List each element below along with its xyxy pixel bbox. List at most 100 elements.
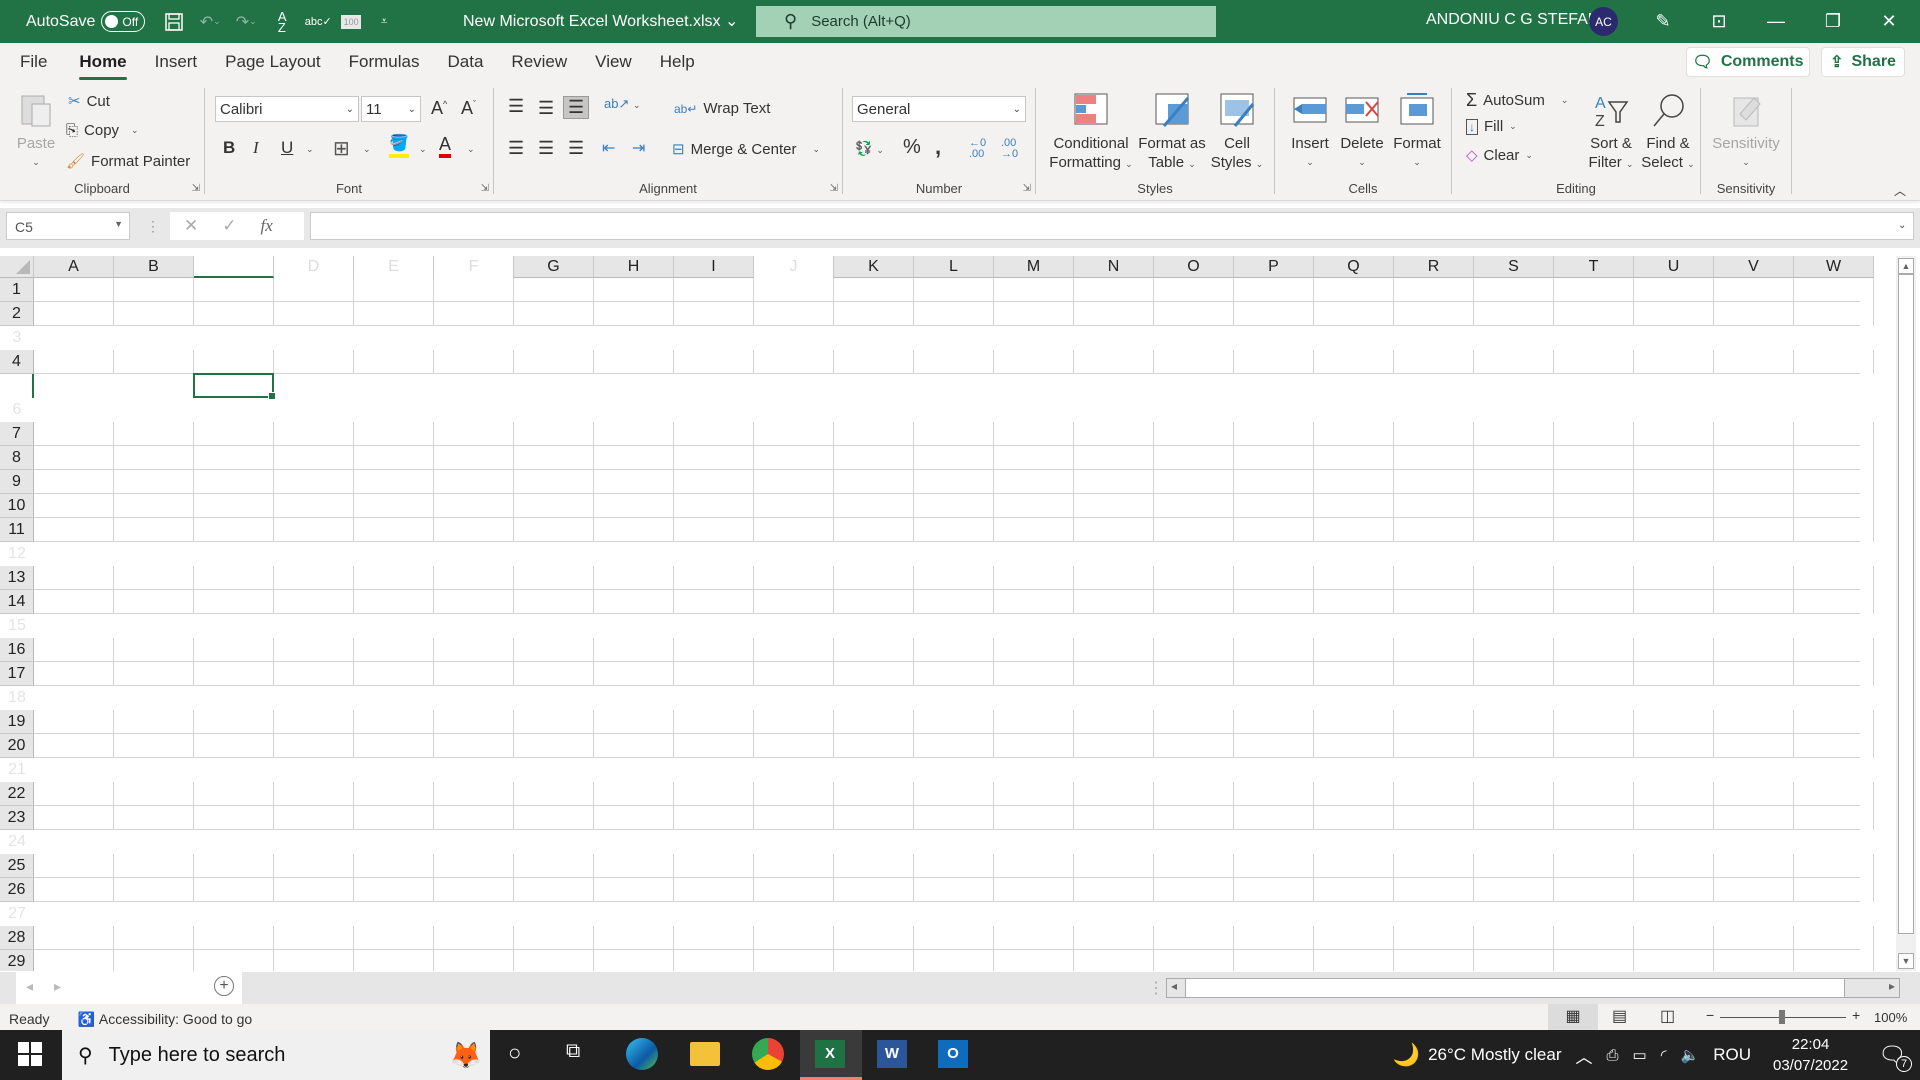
row-header-15[interactable]: 15	[0, 614, 34, 638]
tab-file[interactable]: File	[20, 46, 47, 78]
row-header-8[interactable]: 8	[0, 446, 34, 470]
row-header-6[interactable]: 6	[0, 398, 34, 422]
cortana-icon[interactable]: ○	[508, 1040, 521, 1066]
avatar[interactable]: AC	[1589, 7, 1618, 36]
chrome-icon[interactable]	[752, 1038, 784, 1070]
page-layout-view-icon[interactable]: ▤	[1612, 1006, 1627, 1026]
collapse-ribbon-icon[interactable]: ︿	[1894, 182, 1906, 199]
column-header-h[interactable]: H	[594, 256, 674, 278]
format-cells-button[interactable]: Format ⌄	[1389, 90, 1445, 172]
row-header-1[interactable]: 1	[0, 278, 34, 302]
horizontal-scroll-thumb[interactable]	[1185, 979, 1845, 997]
align-center-icon[interactable]: ☰	[538, 138, 554, 159]
tab-split-handle[interactable]: ⋮	[1148, 978, 1164, 998]
row-header-16[interactable]: 16	[0, 638, 34, 662]
number-launcher-icon[interactable]: ⇲	[1023, 183, 1031, 194]
column-header-l[interactable]: L	[914, 256, 994, 278]
scroll-up-icon[interactable]: ▲	[1898, 258, 1914, 274]
align-top-icon[interactable]: ☰	[508, 96, 524, 117]
row-header-9[interactable]: 9	[0, 470, 34, 494]
decrease-indent-icon[interactable]: ⇤	[602, 138, 615, 158]
volume-icon[interactable]: 🔈	[1681, 1046, 1700, 1064]
tab-insert[interactable]: Insert	[155, 46, 198, 78]
align-right-icon[interactable]: ☰	[568, 138, 584, 159]
scroll-left-icon[interactable]: ◂	[1171, 979, 1177, 993]
increase-font-icon[interactable]: A^	[431, 98, 447, 119]
increase-indent-icon[interactable]: ⇥	[632, 138, 645, 158]
tab-view[interactable]: View	[595, 46, 632, 78]
row-header-7[interactable]: 7	[0, 422, 34, 446]
show-hidden-icons[interactable]: ︿	[1576, 1043, 1593, 1068]
font-color-dropdown-icon[interactable]: ⌄	[467, 144, 475, 155]
expand-formula-bar-icon[interactable]: ⌄	[1898, 220, 1906, 231]
cell-styles-button[interactable]: Cell Styles ⌄	[1206, 90, 1268, 174]
select-all-button[interactable]	[0, 256, 34, 278]
column-header-i[interactable]: I	[674, 256, 754, 278]
zoom-out-icon[interactable]: −	[1706, 1007, 1714, 1023]
row-header-27[interactable]: 27	[0, 902, 34, 926]
fill-button[interactable]: ↓ Fill ⌄	[1466, 118, 1517, 135]
underline-button[interactable]: U	[281, 138, 293, 158]
row-header-10[interactable]: 10	[0, 494, 34, 518]
format-as-table-button[interactable]: Format as Table ⌄	[1136, 90, 1208, 174]
undo-icon[interactable]: ↶ ⌄	[197, 9, 223, 35]
new-sheet-icon[interactable]: +	[214, 976, 234, 996]
borders-dropdown-icon[interactable]: ⌄	[363, 144, 371, 155]
autosum-button[interactable]: Σ AutoSum ⌄	[1466, 90, 1568, 111]
ribbon-display-icon[interactable]: ⊡	[1696, 0, 1742, 43]
column-header-f[interactable]: F	[434, 256, 514, 278]
decrease-decimal-icon[interactable]: .00 →0	[1001, 138, 1018, 160]
row-header-12[interactable]: 12	[0, 542, 34, 566]
accounting-format-icon[interactable]: 💱 ⌄	[855, 140, 884, 157]
zoom-level[interactable]: 100%	[1874, 1010, 1907, 1025]
sort-ascending-icon[interactable]: AZ	[269, 9, 295, 35]
merge-center-button[interactable]: ⊟ Merge & Center ⌄	[672, 140, 820, 159]
confirm-entry-icon[interactable]: ✓	[222, 216, 236, 236]
column-header-o[interactable]: O	[1154, 256, 1234, 278]
restore-button[interactable]: ❐	[1810, 0, 1856, 43]
user-name[interactable]: ANDONIU C G STEFAN	[1426, 11, 1599, 29]
column-header-p[interactable]: P	[1234, 256, 1314, 278]
column-header-v[interactable]: V	[1714, 256, 1794, 278]
column-header-g[interactable]: G	[514, 256, 594, 278]
share-button[interactable]: ⇪ Share	[1821, 47, 1905, 77]
bold-button[interactable]: B	[223, 138, 235, 158]
decrease-font-icon[interactable]: Aˇ	[461, 98, 476, 119]
clipboard-launcher-icon[interactable]: ⇲	[192, 183, 200, 194]
comments-button[interactable]: 🗨 Comments	[1686, 47, 1810, 77]
column-header-n[interactable]: N	[1074, 256, 1154, 278]
outlook-icon[interactable]: O	[938, 1040, 968, 1068]
wifi-icon[interactable]: ◜	[1661, 1046, 1667, 1064]
row-header-25[interactable]: 25	[0, 854, 34, 878]
copy-button[interactable]: ⎘ Copy ⌄	[66, 122, 139, 139]
row-header-28[interactable]: 28	[0, 926, 34, 950]
zoom-in-icon[interactable]: +	[1852, 1007, 1860, 1023]
row-header-14[interactable]: 14	[0, 590, 34, 614]
tab-help[interactable]: Help	[660, 46, 695, 78]
search-box[interactable]: ⚲ Search (Alt+Q)	[756, 6, 1216, 37]
row-header-18[interactable]: 18	[0, 686, 34, 710]
zoom-slider-thumb[interactable]	[1779, 1010, 1785, 1024]
name-box[interactable]: C5 ▼	[6, 212, 130, 240]
font-size-select[interactable]: 11 ⌄	[361, 96, 421, 122]
column-header-k[interactable]: K	[834, 256, 914, 278]
column-header-e[interactable]: E	[354, 256, 434, 278]
document-title[interactable]: New Microsoft Excel Worksheet.xlsx ⌄	[463, 11, 738, 31]
delete-cells-button[interactable]: Delete ⌄	[1337, 90, 1387, 172]
row-header-13[interactable]: 13	[0, 566, 34, 590]
row-header-17[interactable]: 17	[0, 662, 34, 686]
find-select-button[interactable]: Find & Select ⌄	[1640, 90, 1696, 174]
column-header-m[interactable]: M	[994, 256, 1074, 278]
clock[interactable]: 22:04 03/07/2022	[1773, 1034, 1848, 1076]
windows-start-icon[interactable]	[18, 1042, 42, 1071]
insert-cells-button[interactable]: Insert ⌄	[1285, 90, 1335, 172]
column-header-r[interactable]: R	[1394, 256, 1474, 278]
paste-button[interactable]: Paste ⌄	[14, 90, 58, 172]
save-icon[interactable]	[161, 9, 187, 35]
page-break-view-icon[interactable]: ◫	[1660, 1006, 1675, 1026]
sensitivity-button[interactable]: Sensitivity ⌄	[1705, 90, 1787, 172]
fill-color-dropdown-icon[interactable]: ⌄	[419, 144, 427, 155]
next-sheet-icon[interactable]: ▸	[54, 978, 61, 995]
task-view-icon[interactable]: ⧉	[566, 1040, 580, 1063]
language-indicator[interactable]: ROU	[1713, 1045, 1751, 1065]
